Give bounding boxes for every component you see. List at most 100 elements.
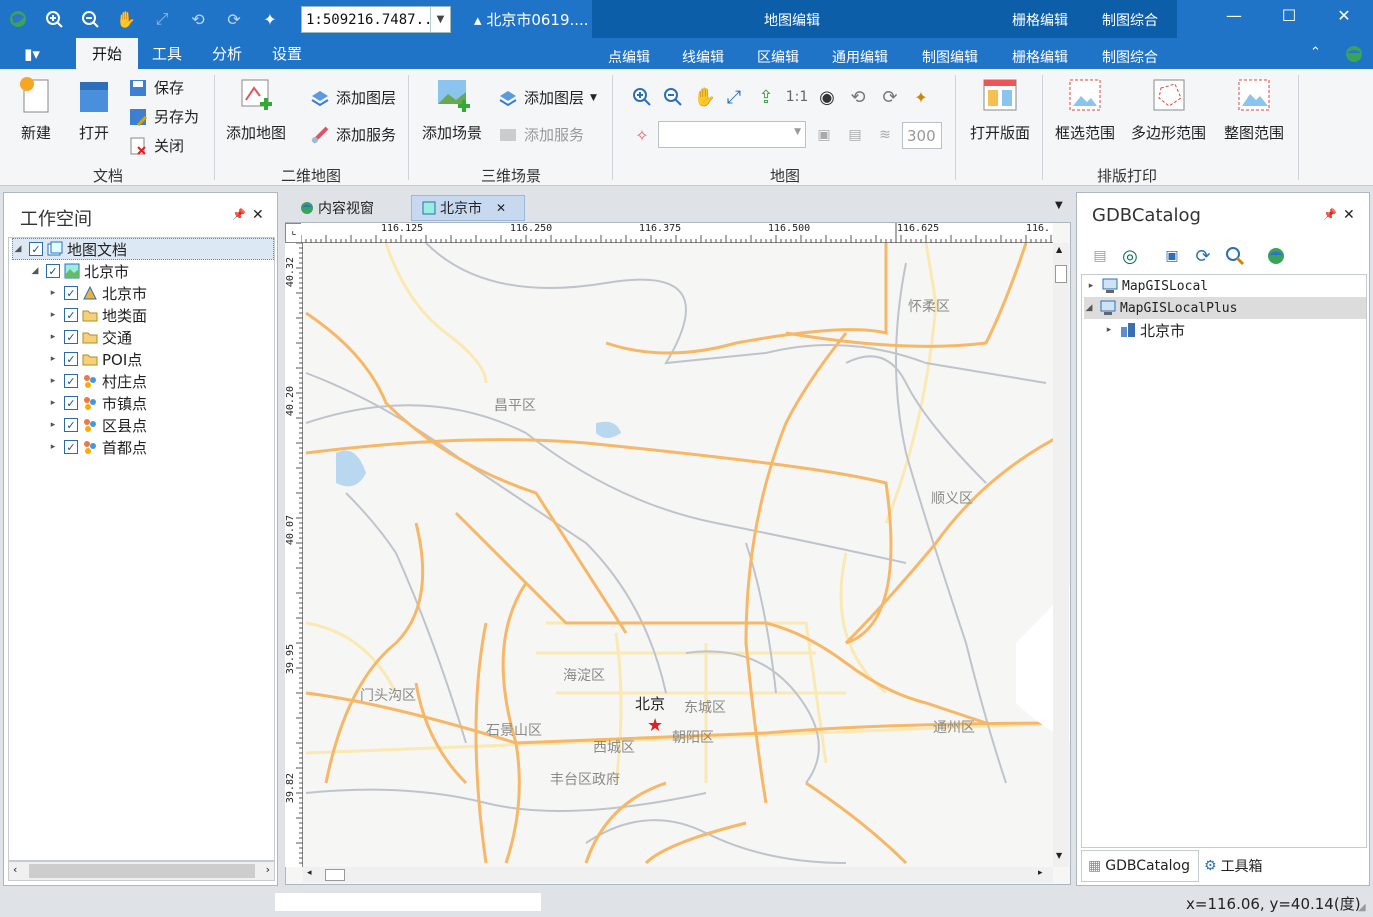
tab-gdbcatalog[interactable]: ▦ GDBCatalog bbox=[1081, 850, 1199, 882]
pan-hand-icon[interactable]: ✋ bbox=[108, 0, 144, 38]
expand-icon[interactable]: ▸ bbox=[48, 354, 58, 364]
add-scene-button[interactable]: 添加场景 bbox=[422, 76, 482, 143]
checkbox[interactable]: ✓ bbox=[64, 352, 78, 366]
pin-icon[interactable]: 📌 bbox=[1323, 208, 1337, 221]
map-wand-icon[interactable]: ✧ bbox=[630, 123, 654, 147]
scroll-thumb[interactable] bbox=[29, 864, 255, 878]
catalog-item-local[interactable]: ▸ MapGISLocal bbox=[1086, 275, 1208, 297]
tab-tools[interactable]: 工具 bbox=[142, 38, 192, 69]
expand-icon[interactable]: ▸ bbox=[48, 376, 58, 386]
capital-star-icon[interactable]: ★ bbox=[647, 715, 663, 736]
catalog-server-icon[interactable]: ◎ bbox=[1118, 244, 1142, 268]
map-pan-icon[interactable]: ✋ bbox=[693, 85, 717, 109]
map-full-extent-icon[interactable]: ⤢ bbox=[722, 85, 746, 109]
map-value-field[interactable]: 300 bbox=[902, 122, 942, 149]
expand-icon[interactable]: ◢ bbox=[1084, 303, 1094, 313]
expand-icon[interactable]: ▸ bbox=[48, 398, 58, 408]
map-tool-a-icon[interactable]: ▣ bbox=[812, 123, 836, 147]
maximize-icon[interactable]: ☐ bbox=[1269, 6, 1309, 25]
polygon-range-button[interactable]: 多边形范围 bbox=[1131, 76, 1206, 143]
expand-icon[interactable]: ▸ bbox=[48, 420, 58, 430]
scroll-thumb[interactable] bbox=[1055, 265, 1067, 283]
ctx-tab-generalize[interactable]: 制图综合 bbox=[1102, 47, 1158, 67]
close-doc-button[interactable]: 关闭 bbox=[128, 135, 184, 156]
save-button[interactable]: 保存 bbox=[128, 77, 184, 98]
open-button[interactable]: 打开 bbox=[76, 76, 112, 143]
catalog-item-beijing[interactable]: ▸ 北京市 bbox=[1104, 319, 1185, 341]
scroll-right-icon[interactable]: › bbox=[266, 863, 270, 876]
box-range-button[interactable]: 框选范围 bbox=[1055, 76, 1115, 143]
ctx-tab-raster-edit[interactable]: 栅格编辑 bbox=[1012, 47, 1068, 67]
zoom-out-icon[interactable] bbox=[72, 0, 108, 38]
full-range-button[interactable]: 整图范围 bbox=[1224, 76, 1284, 143]
add-layer-2d-button[interactable]: 添加图层 bbox=[310, 87, 396, 108]
map-next-icon[interactable]: ⟳ bbox=[878, 85, 902, 109]
tab-beijing-map[interactable]: 北京市 ✕ bbox=[411, 195, 525, 221]
tab-settings[interactable]: 设置 bbox=[262, 38, 312, 69]
map-tool-c-icon[interactable]: ≋ bbox=[873, 123, 897, 147]
horizontal-scrollbar[interactable]: ‹ › bbox=[8, 861, 275, 881]
full-extent-icon[interactable]: ⤢ bbox=[144, 0, 180, 38]
checkbox[interactable]: ✓ bbox=[64, 440, 78, 454]
panel-close-icon[interactable]: ✕ bbox=[252, 207, 264, 223]
tab-analysis[interactable]: 分析 bbox=[202, 38, 252, 69]
layer-row[interactable]: ▸ ✓ 区县点 bbox=[48, 414, 147, 436]
tabs-dropdown-icon[interactable]: ▼ bbox=[1055, 200, 1063, 211]
expand-icon[interactable]: ▸ bbox=[48, 332, 58, 342]
next-view-icon[interactable]: ⟳ bbox=[216, 0, 252, 38]
tree-root[interactable]: ◢ ✓ 地图文档 bbox=[12, 238, 274, 260]
checkbox[interactable]: ✓ bbox=[64, 308, 78, 322]
expand-icon[interactable]: ▸ bbox=[48, 310, 58, 320]
pin-icon[interactable]: 📌 bbox=[232, 208, 246, 221]
ctx-tab-point-edit[interactable]: 点编辑 bbox=[608, 47, 650, 67]
app-globe-icon[interactable] bbox=[0, 0, 36, 38]
checkbox[interactable]: ✓ bbox=[64, 418, 78, 432]
panel-close-icon[interactable]: ✕ bbox=[1343, 207, 1355, 223]
scale-combo[interactable]: 1:509216.7487... ▼ bbox=[301, 6, 451, 33]
save-as-button[interactable]: 另存为 bbox=[128, 106, 199, 127]
previous-view-icon[interactable]: ⟲ bbox=[180, 0, 216, 38]
tab-toolbox[interactable]: ⚙ 工具箱 bbox=[1200, 850, 1263, 882]
ctx-tab-carto-edit[interactable]: 制图编辑 bbox=[922, 47, 978, 67]
map-one-to-one-icon[interactable]: 1:1 bbox=[785, 85, 809, 109]
collapse-ribbon-icon[interactable]: ⌃ bbox=[1310, 45, 1321, 60]
map-zoom-in-icon[interactable] bbox=[630, 85, 654, 109]
ctx-tab-area-edit[interactable]: 区编辑 bbox=[757, 47, 799, 67]
refresh-wand-icon[interactable]: ✦ bbox=[252, 0, 288, 38]
map-tool-b-icon[interactable]: ▤ bbox=[843, 123, 867, 147]
ctx-top-raster[interactable]: 栅格编辑 bbox=[1012, 10, 1068, 30]
ctx-tab-general-edit[interactable]: 通用编辑 bbox=[832, 47, 888, 67]
add-service-3d-button[interactable]: 添加服务 bbox=[498, 124, 584, 145]
map-prev-icon[interactable]: ⟲ bbox=[846, 85, 870, 109]
map-combo[interactable]: ▼ bbox=[658, 121, 806, 148]
add-layer-3d-button[interactable]: 添加图层 ▼ bbox=[498, 87, 597, 108]
tab-content-view[interactable]: 内容视窗 bbox=[290, 195, 384, 221]
layer-row[interactable]: ▸ ✓ 首都点 bbox=[48, 436, 147, 458]
catalog-db-icon[interactable]: ▤ bbox=[1088, 244, 1112, 268]
catalog-globe-icon[interactable] bbox=[1264, 244, 1288, 268]
layer-row[interactable]: ▸ ✓ 北京市 bbox=[48, 282, 147, 304]
expand-icon[interactable]: ◢ bbox=[13, 244, 23, 254]
scroll-right-icon[interactable]: ▸ bbox=[1038, 868, 1043, 878]
scroll-left-icon[interactable]: ‹ bbox=[13, 863, 17, 876]
tree-map[interactable]: ◢ ✓ 北京市 bbox=[30, 260, 129, 282]
open-layout-button[interactable]: 打开版面 bbox=[970, 76, 1030, 143]
map-restore-icon[interactable]: ⇪ bbox=[754, 85, 778, 109]
refresh-icon[interactable]: ⟳ bbox=[1191, 244, 1215, 268]
layer-row[interactable]: ▸ ✓ 市镇点 bbox=[48, 392, 147, 414]
resize-grip-icon[interactable]: ◢ bbox=[1358, 902, 1366, 913]
close-icon[interactable]: ✕ bbox=[1324, 6, 1364, 25]
add-map-button[interactable]: 添加地图 bbox=[226, 76, 286, 143]
expand-icon[interactable]: ▸ bbox=[48, 442, 58, 452]
map-zoom-out-icon[interactable] bbox=[661, 85, 685, 109]
search-icon[interactable] bbox=[1223, 244, 1247, 268]
checkbox[interactable]: ✓ bbox=[64, 286, 78, 300]
zoom-in-icon[interactable] bbox=[36, 0, 72, 38]
map-refresh-wand-icon[interactable]: ✦ bbox=[909, 85, 933, 109]
expand-icon[interactable]: ▸ bbox=[48, 288, 58, 298]
checkbox[interactable]: ✓ bbox=[64, 374, 78, 388]
layer-row[interactable]: ▸ ✓ 交通 bbox=[48, 326, 132, 348]
checkbox[interactable]: ✓ bbox=[64, 330, 78, 344]
new-button[interactable]: 新建 bbox=[18, 76, 54, 143]
help-globe-icon[interactable] bbox=[1344, 44, 1364, 68]
